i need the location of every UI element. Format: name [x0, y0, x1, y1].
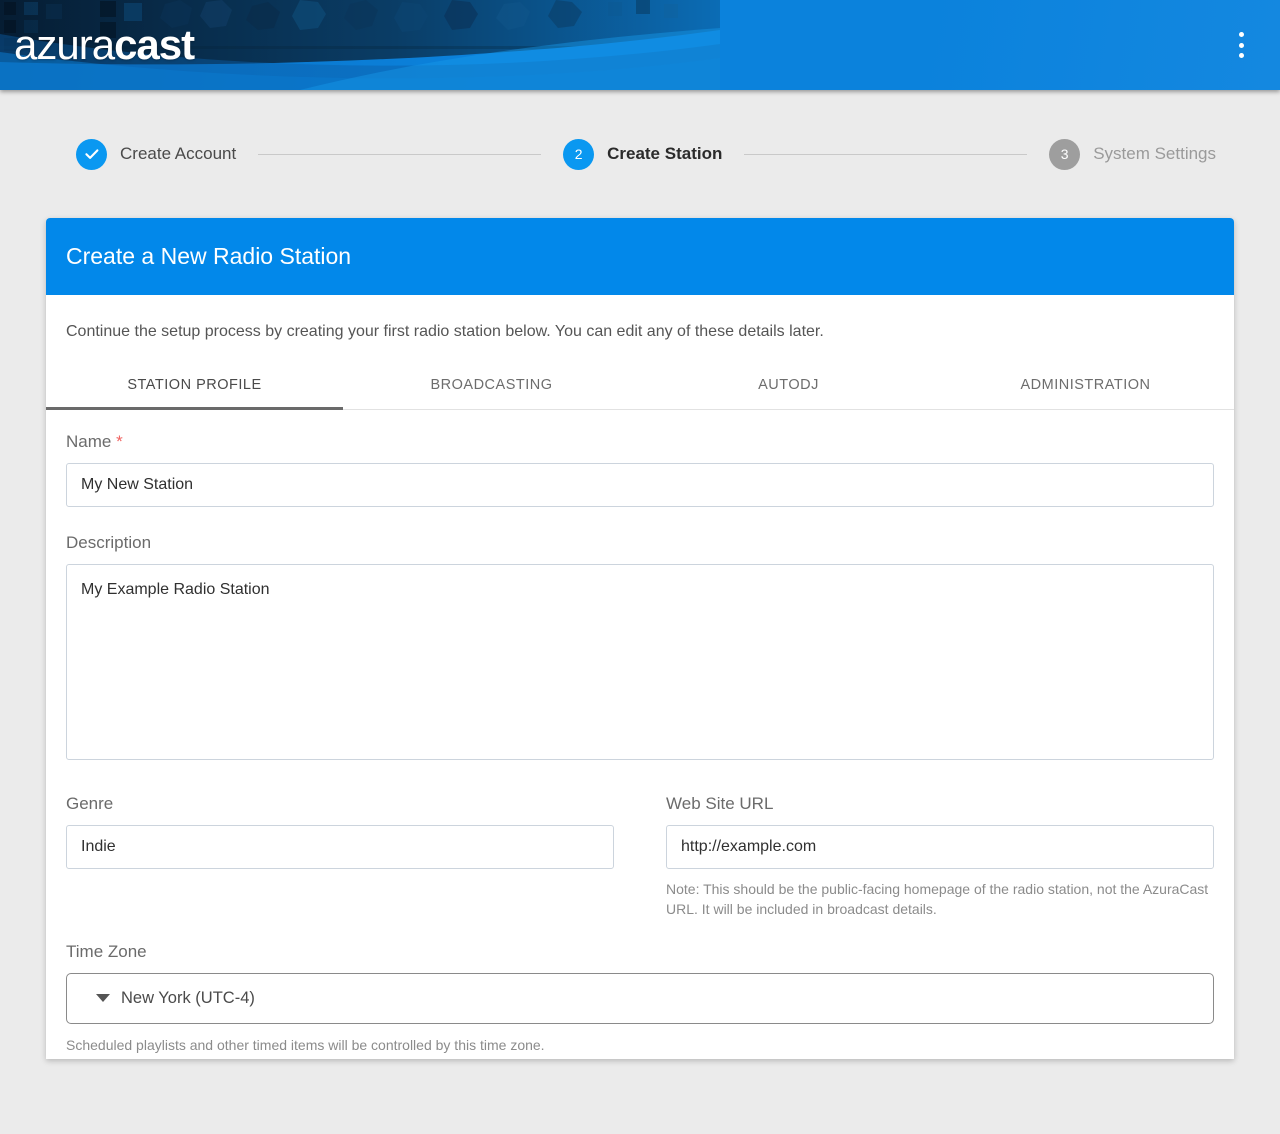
stepper-step-create-station[interactable]: 2 Create Station [563, 139, 722, 170]
website-url-input[interactable] [666, 825, 1214, 869]
tab-broadcasting[interactable]: BROADCASTING [343, 363, 640, 409]
app-logo: azuracast [14, 24, 194, 66]
kebab-dot-3 [1239, 53, 1244, 58]
kebab-dot-1 [1239, 32, 1244, 37]
check-icon [84, 146, 100, 162]
field-time-zone: Time Zone New York (UTC-4) Scheduled pla… [66, 942, 1214, 1059]
time-zone-select[interactable]: New York (UTC-4) [66, 973, 1214, 1024]
website-url-help: Note: This should be the public-facing h… [666, 879, 1214, 920]
time-zone-selected-value: New York (UTC-4) [121, 989, 255, 1008]
label-genre: Genre [66, 794, 614, 814]
step-bullet-1 [76, 139, 107, 170]
logo-text-light: azura [14, 21, 114, 68]
kebab-menu-icon[interactable] [1230, 32, 1252, 58]
caret-down-icon [96, 994, 110, 1002]
stepper-step-create-account[interactable]: Create Account [76, 139, 236, 170]
label-name: Name * [66, 432, 1214, 452]
page-title: Create a New Radio Station [66, 243, 351, 270]
required-asterisk: * [116, 432, 123, 451]
field-name: Name * [66, 432, 1214, 507]
label-website-url: Web Site URL [666, 794, 1214, 814]
genre-website-row: Genre Web Site URL Note: This should be … [66, 794, 1214, 920]
stepper-step-system-settings[interactable]: 3 System Settings [1049, 139, 1216, 170]
stepper-label-2: Create Station [607, 144, 722, 164]
tab-bar: STATION PROFILE BROADCASTING AUTODJ ADMI… [46, 363, 1234, 410]
field-genre: Genre [66, 794, 614, 920]
tab-autodj[interactable]: AUTODJ [640, 363, 937, 409]
app-header: azuracast [0, 0, 1280, 90]
label-time-zone: Time Zone [66, 942, 1214, 962]
logo-text-bold: cast [114, 21, 194, 68]
field-website-url: Web Site URL Note: This should be the pu… [666, 794, 1214, 920]
kebab-dot-2 [1239, 43, 1244, 48]
stepper-label-1: Create Account [120, 144, 236, 164]
stepper-connector-2 [744, 154, 1027, 155]
card-header: Create a New Radio Station [46, 218, 1234, 295]
step-bullet-2: 2 [563, 139, 594, 170]
label-description: Description [66, 533, 1214, 553]
tab-administration[interactable]: ADMINISTRATION [937, 363, 1234, 409]
tab-station-profile[interactable]: STATION PROFILE [46, 363, 343, 409]
create-station-card: Create a New Radio Station Continue the … [46, 218, 1234, 1059]
label-name-text: Name [66, 432, 111, 451]
stepper-connector-1 [258, 154, 541, 155]
time-zone-help: Scheduled playlists and other timed item… [66, 1037, 1214, 1059]
setup-stepper: Create Account 2 Create Station 3 System… [0, 90, 1280, 218]
field-description: Description [66, 533, 1214, 760]
station-profile-form: Name * Description Genre Web Site URL No… [46, 410, 1234, 1059]
step-bullet-3: 3 [1049, 139, 1080, 170]
card-intro-text: Continue the setup process by creating y… [46, 295, 1234, 363]
stepper-label-3: System Settings [1093, 144, 1216, 164]
genre-input[interactable] [66, 825, 614, 869]
name-input[interactable] [66, 463, 1214, 507]
description-textarea[interactable] [66, 564, 1214, 760]
